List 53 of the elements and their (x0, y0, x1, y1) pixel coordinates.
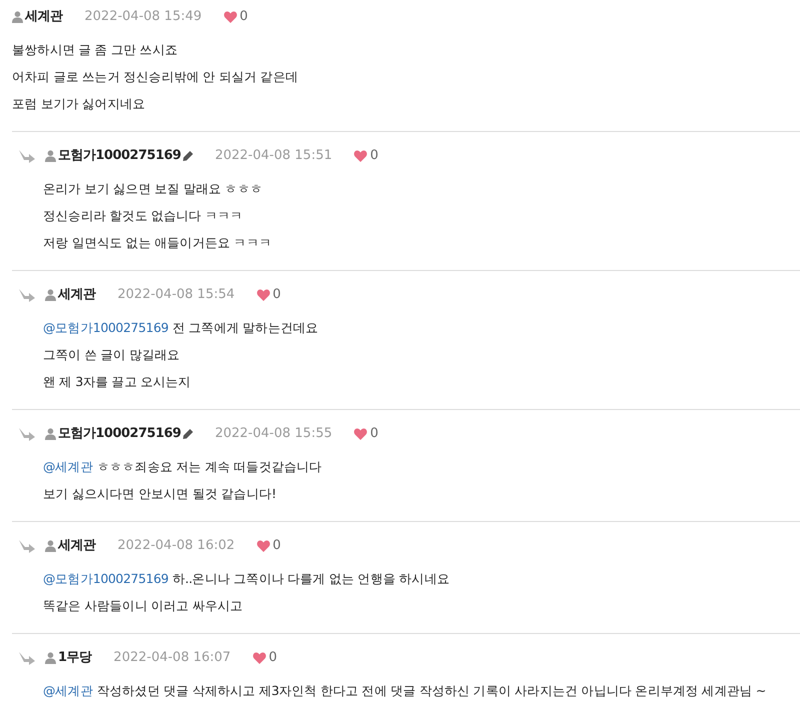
comment-line: 보기 싫으시다면 안보시면 될것 같습니다! (43, 485, 278, 503)
comment-time: 2022-04-08 16:02 (118, 537, 235, 556)
like-count: 0 (370, 147, 378, 166)
reply-arrow-icon (18, 651, 36, 665)
like-count: 0 (272, 286, 281, 304)
comment-time: 2022-04-08 15:49 (84, 8, 202, 26)
author-name[interactable]: 모험가1000275169 (58, 424, 181, 444)
user-icon (45, 289, 56, 301)
mention-link[interactable]: @세계관 (43, 459, 93, 474)
comment-line: 온리가 보기 싫으면 보질 말래요 ㅎㅎㅎ (43, 180, 264, 198)
comment-time: 2022-04-08 15:51 (214, 147, 332, 166)
heart-icon[interactable] (256, 540, 270, 552)
comment-line: 똑같은 사람들이니 이러고 싸우시고 (43, 597, 244, 615)
user-icon (45, 540, 56, 552)
mention-link[interactable]: @세계관 (43, 683, 93, 698)
author-name[interactable]: 1무당 (58, 648, 92, 668)
comment-line: @세계관 작성하셨던 댓글 삭제하시고 제3자인척 한다고 전에 댓글 작성하신 기록이 사라지는건 아닙니다 온리부계정 세계관님 ~ (43, 682, 767, 700)
author-name[interactable]: 세계관 (25, 7, 62, 27)
reply-arrow-icon (18, 288, 36, 302)
heart-icon[interactable] (252, 652, 266, 664)
reply-arrow-icon (18, 539, 36, 553)
like-count: 0 (370, 425, 378, 444)
comment-line: @모험가1000275169 하..온니나 그쪽이나 다를게 없는 언행을 하시네요 (43, 570, 450, 588)
comment-line: @세계관 ㅎㅎㅎ죄송요 저는 계속 떠들것같습니다 (43, 458, 323, 476)
comment-line: @모험가1000275169 전 그쪽에게 말하는건데요 (43, 319, 320, 337)
comment-line: 불쌍하시면 글 좀 그만 쓰시죠 (12, 41, 178, 59)
author-name[interactable]: 세계관 (58, 285, 96, 305)
mention-link[interactable]: @모험가1000275169 (43, 571, 168, 586)
comment-line: 포럼 보기가 싫어지네요 (12, 95, 146, 113)
comment-time: 2022-04-08 15:54 (118, 286, 235, 304)
author-name[interactable]: 모험가1000275169 (58, 146, 181, 166)
reply-arrow-icon (18, 149, 36, 163)
mention-link[interactable]: @모험가1000275169 (43, 320, 168, 335)
comment-line: 어차피 글로 쓰는거 정신승리밖에 안 되실거 같은데 (12, 68, 300, 86)
comment-time: 2022-04-08 16:07 (114, 649, 231, 668)
user-icon (12, 11, 23, 23)
user-icon (45, 652, 56, 664)
comment-time: 2022-04-08 15:55 (214, 425, 332, 444)
like-count: 0 (272, 537, 281, 556)
comment-line: 정신승리라 할것도 없습니다 ㅋㅋㅋ (43, 207, 244, 225)
user-icon (45, 150, 56, 162)
heart-icon[interactable] (256, 289, 270, 301)
reply-arrow-icon (18, 427, 36, 441)
comment-line: 저랑 일면식도 없는 애들이거든요 ㅋㅋㅋ (43, 234, 272, 252)
comment-line: 그쪽이 쓴 글이 많길래요 (43, 346, 181, 364)
comment-line: 왠 제 3자를 끌고 오시는지 (43, 373, 192, 391)
heart-icon[interactable] (354, 428, 368, 440)
heart-icon[interactable] (224, 11, 237, 23)
like-count: 0 (268, 649, 277, 668)
author-name[interactable]: 세계관 (58, 536, 96, 556)
heart-icon[interactable] (354, 150, 368, 162)
like-count: 0 (240, 8, 248, 26)
user-icon (45, 428, 56, 440)
